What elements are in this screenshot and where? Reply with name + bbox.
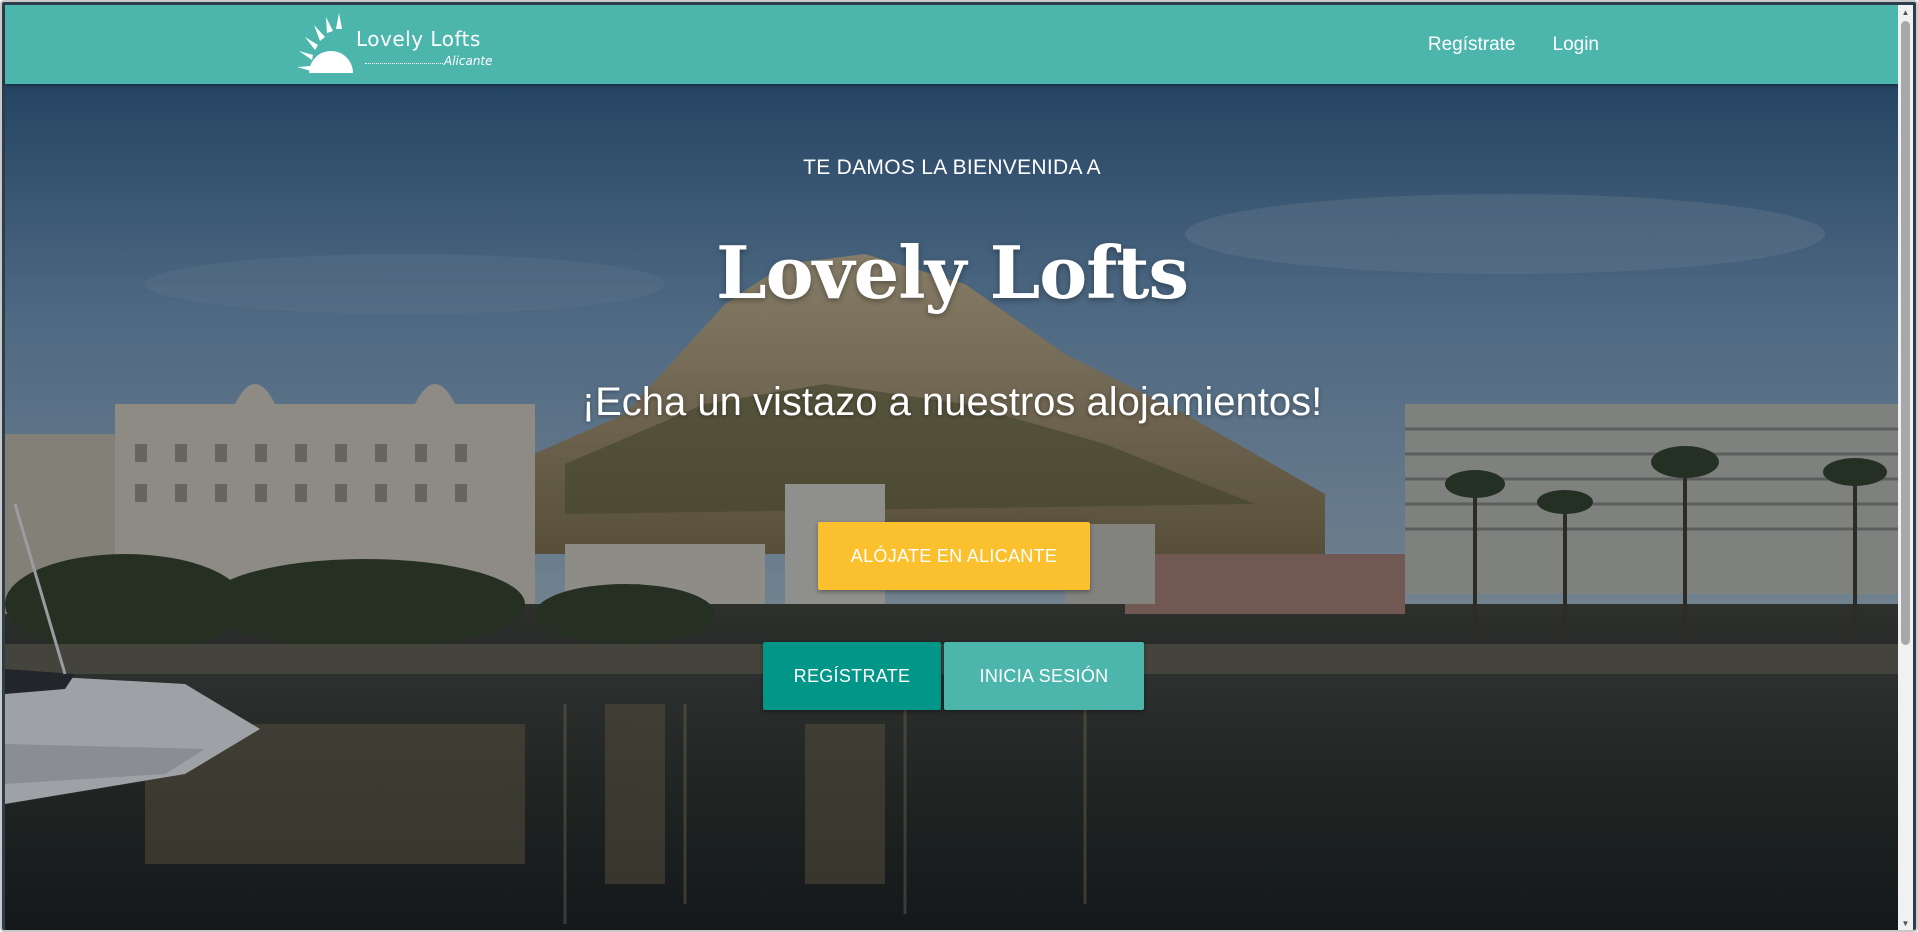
scrollbar-thumb[interactable] xyxy=(1901,21,1910,645)
chevron-up-icon[interactable]: ▲ xyxy=(1898,5,1913,20)
nav-login-link[interactable]: Login xyxy=(1553,34,1600,56)
vertical-scrollbar[interactable]: ▲ ▼ xyxy=(1898,5,1913,930)
nav-links: Regístrate Login xyxy=(1428,34,1599,56)
chevron-down-icon[interactable]: ▼ xyxy=(1898,916,1913,930)
hero-dark-overlay xyxy=(5,84,1899,930)
sun-logo-icon xyxy=(297,13,353,73)
stay-in-alicante-button[interactable]: ALÓJATE EN ALICANTE xyxy=(818,522,1090,590)
hero-subtitle: ¡Echa un vistazo a nuestros alojamientos… xyxy=(581,380,1323,424)
brand-subtitle: Alicante xyxy=(444,54,493,68)
nav-register-link[interactable]: Regístrate xyxy=(1428,34,1516,56)
brand-logo-link[interactable]: Lovely Lofts Alicante xyxy=(293,11,513,77)
register-button[interactable]: REGÍSTRATE xyxy=(763,642,941,710)
brand-name: Lovely Lofts xyxy=(356,27,481,51)
browser-viewport: Lovely Lofts Alicante Regístrate Login T… xyxy=(0,0,1918,932)
login-button[interactable]: INICIA SESIÓN xyxy=(944,642,1144,710)
top-navbar: Lovely Lofts Alicante Regístrate Login xyxy=(5,5,1899,84)
hero-section: TE DAMOS LA BIENVENIDA A Lovely Lofts ¡E… xyxy=(5,84,1899,930)
welcome-text: TE DAMOS LA BIENVENIDA A xyxy=(803,156,1101,179)
hero-title: Lovely Lofts xyxy=(716,230,1189,315)
brand-dotted-line xyxy=(365,63,443,64)
